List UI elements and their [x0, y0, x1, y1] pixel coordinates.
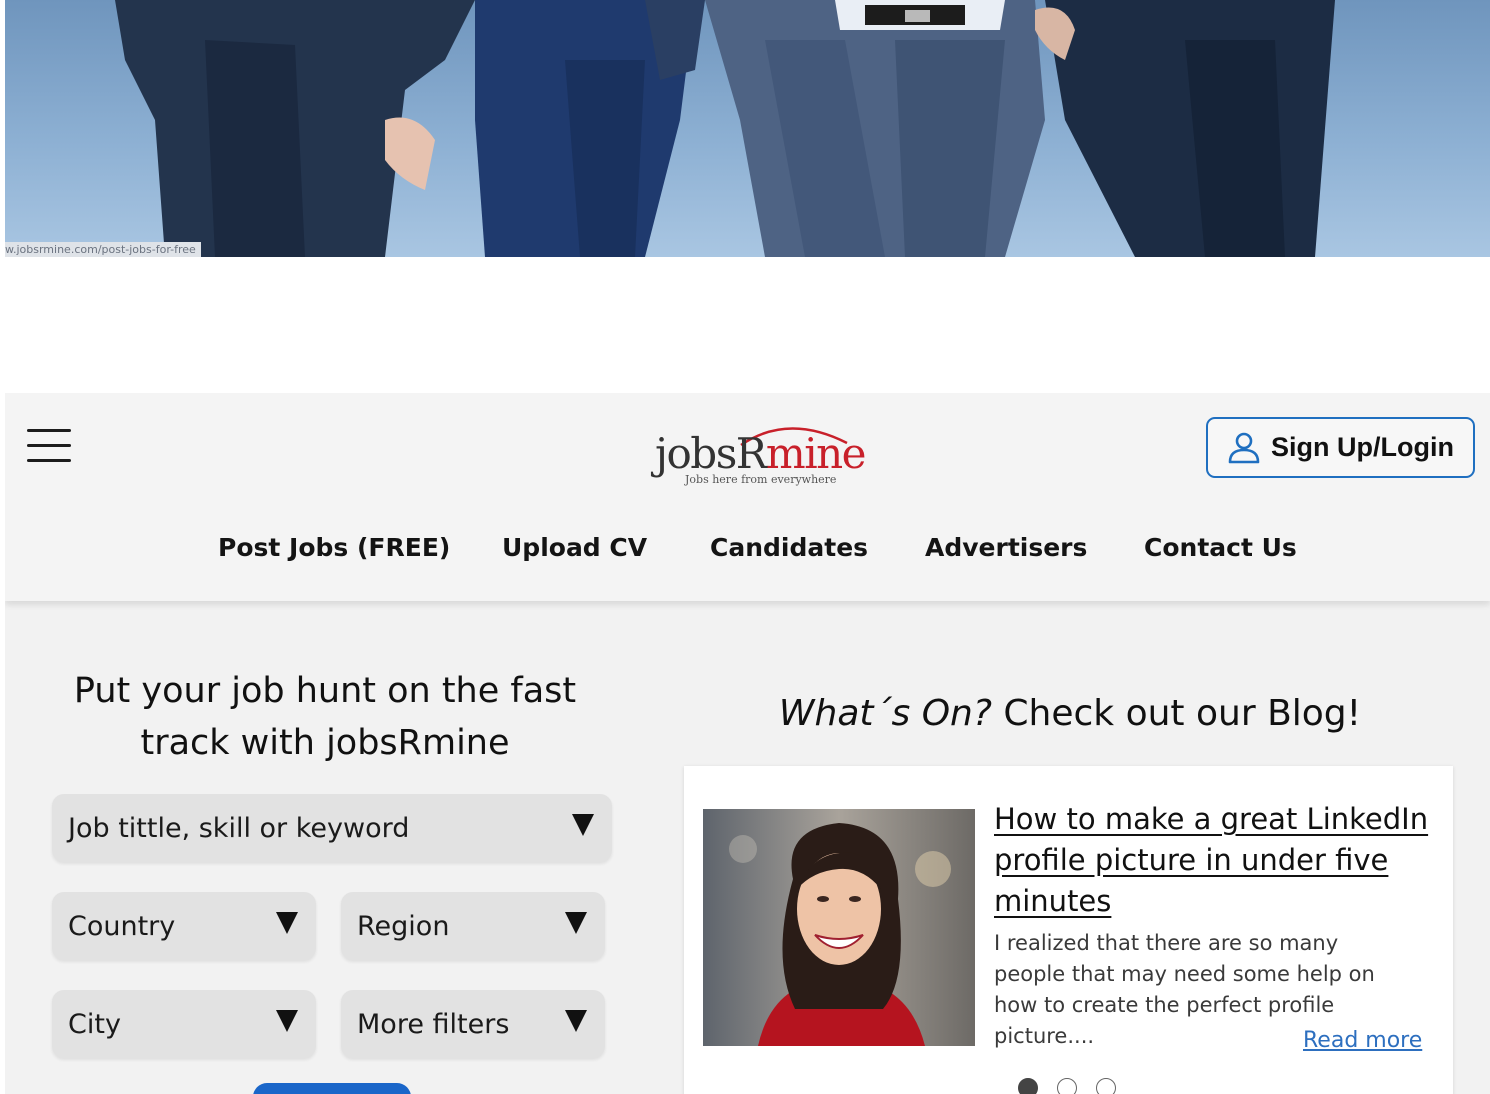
caret-down-icon — [565, 912, 587, 934]
carousel-pagination — [1018, 1078, 1116, 1094]
signup-login-label: Sign Up/Login — [1271, 432, 1454, 462]
nav-post-jobs[interactable]: Post Jobs (FREE) — [218, 533, 450, 562]
signup-login-button[interactable]: Sign Up/Login — [1206, 417, 1475, 478]
website-panel: jobsRmine Jobs here from everywhere Sign… — [5, 393, 1490, 1094]
blog-section-title: What´s On? Check out our Blog! — [778, 693, 1362, 734]
hero-people-illustration — [115, 0, 1335, 257]
site-logo[interactable]: jobsRmine Jobs here from everywhere — [655, 415, 867, 491]
user-icon — [1228, 432, 1260, 463]
logo-text-accent: mine — [765, 429, 867, 478]
nav-candidates[interactable]: Candidates — [710, 533, 868, 562]
country-dropdown[interactable]: Country — [52, 892, 316, 960]
keyword-dropdown-label: Job tittle, skill or keyword — [68, 813, 410, 844]
blog-post-image[interactable] — [703, 809, 975, 1046]
nav-contact-us[interactable]: Contact Us — [1144, 533, 1297, 562]
keyword-dropdown[interactable]: Job tittle, skill or keyword — [52, 794, 612, 862]
more-filters-dropdown[interactable]: More filters — [341, 990, 605, 1058]
carousel-dot-2[interactable] — [1057, 1078, 1077, 1094]
carousel-dot-3[interactable] — [1096, 1078, 1116, 1094]
nav-advertisers[interactable]: Advertisers — [925, 533, 1087, 562]
site-header: jobsRmine Jobs here from everywhere Sign… — [5, 393, 1490, 601]
caret-down-icon — [276, 912, 298, 934]
main-navigation: Post Jobs (FREE) Upload CV Candidates Ad… — [5, 533, 1490, 573]
city-dropdown-label: City — [68, 1009, 121, 1040]
caret-down-icon — [565, 1010, 587, 1032]
carousel-dot-1[interactable] — [1018, 1078, 1038, 1094]
logo-tagline: Jobs here from everywhere — [685, 473, 837, 486]
city-dropdown[interactable]: City — [52, 990, 316, 1058]
search-button[interactable] — [253, 1083, 411, 1094]
nav-upload-cv[interactable]: Upload CV — [502, 533, 647, 562]
caret-down-icon — [276, 1010, 298, 1032]
hamburger-menu-icon[interactable] — [27, 429, 71, 463]
search-headline: Put your job hunt on the fast track with… — [73, 671, 577, 763]
blog-post-title-link[interactable]: How to make a great LinkedIn profile pic… — [994, 799, 1434, 922]
logo-text-primary: jobsR — [655, 429, 767, 478]
hero-photo: w.jobsrmine.com/post-jobs-for-free — [5, 0, 1490, 257]
region-dropdown[interactable]: Region — [341, 892, 605, 960]
blog-card: How to make a great LinkedIn profile pic… — [684, 766, 1453, 1094]
country-dropdown-label: Country — [68, 911, 176, 942]
caret-down-icon — [572, 814, 594, 836]
more-filters-label: More filters — [357, 1009, 510, 1040]
hero-url-caption: w.jobsrmine.com/post-jobs-for-free — [5, 242, 201, 257]
region-dropdown-label: Region — [357, 911, 450, 942]
read-more-link[interactable]: Read more — [1303, 1028, 1422, 1053]
